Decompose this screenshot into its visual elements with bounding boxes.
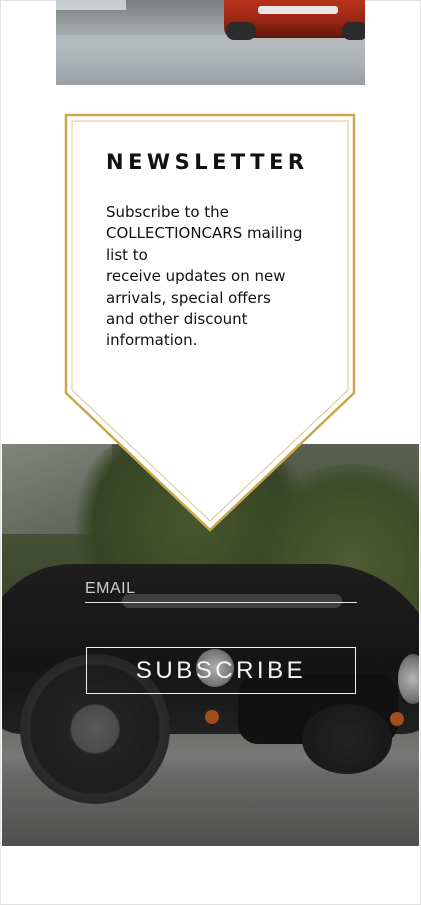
newsletter-line: arrivals, special offers [106,288,271,307]
newsletter-line: list to [106,245,148,264]
newsletter-badge [64,113,356,532]
email-input[interactable] [85,578,357,600]
subscribe-button[interactable]: SUBSCRIBE [86,647,356,694]
newsletter-title: NEWSLETTER [106,150,309,174]
newsletter-line: and other discount [106,310,248,329]
newsletter-line: receive updates on new [106,267,286,286]
newsletter-description: Subscribe to the COLLECTIONCARS mailing … [106,202,306,352]
newsletter-line: information. [106,331,198,350]
newsletter-line: COLLECTIONCARS mailing [106,224,303,243]
newsletter-line: Subscribe to the [106,203,229,221]
email-field-wrapper [85,578,357,603]
